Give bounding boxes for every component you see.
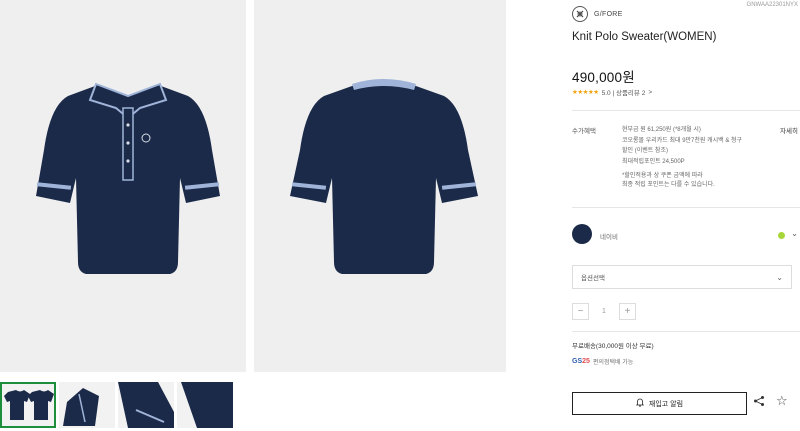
thumbnail-2[interactable] <box>59 382 115 428</box>
chevron-down-icon: ⌄ <box>776 272 783 282</box>
benefit-detail-link[interactable]: 자세히 <box>780 125 798 135</box>
polo-back-illustration <box>290 79 478 274</box>
product-sku: GNWAA22301NYX <box>746 2 798 8</box>
rating-row[interactable]: ★★★★★ 5.0 | 상품리뷰 2 > <box>572 87 653 98</box>
product-price: 490,000원 <box>572 70 635 85</box>
rating-stars-icon: ★★★★★ <box>572 89 599 96</box>
thumb-detail-icon <box>63 388 99 426</box>
gs25-text: 편의점택배 가능 <box>592 360 634 366</box>
thumbnail-strip <box>0 382 233 428</box>
main-image-front[interactable] <box>0 0 246 372</box>
share-icon[interactable] <box>753 395 765 410</box>
star-icon[interactable]: ☆ <box>776 393 788 409</box>
thumb-sleeve-icon <box>118 382 174 428</box>
restock-alert-button[interactable]: 재입고 알림 <box>572 392 747 415</box>
benefit-note-1: *할인적용과 상 쿠폰 금액에 따라 <box>622 173 703 179</box>
chevron-down-icon[interactable]: ⌄ <box>791 229 798 238</box>
rating-text: 5.0 | 상품리뷰 2 <box>601 90 646 97</box>
thumbnail-1[interactable] <box>0 382 56 428</box>
benefit-note: *할인적용과 상 쿠폰 금액에 따라 최종 적립 포인트는 다를 수 있습니다. <box>622 172 772 190</box>
gfore-logo-icon[interactable] <box>572 6 588 22</box>
benefit-line-2: 코오롱몰 우리카드 최대 9만7천원 캐시백 & 청구 <box>622 137 743 144</box>
benefit-note-2: 최종 적립 포인트는 다를 수 있습니다. <box>622 182 715 188</box>
option-select-placeholder: 옵션선택 <box>581 275 605 282</box>
thumbnail-3[interactable] <box>118 382 174 428</box>
gs25-delivery: GS25 편의점택배 가능 <box>572 357 633 366</box>
thumb-fabric-icon <box>181 382 233 428</box>
quantity-value[interactable]: 1 <box>589 308 619 315</box>
stock-indicator <box>778 232 785 239</box>
benefit-line-1: 현부금 원 61,250원 (*8개월 시) <box>622 127 701 133</box>
polo-front-illustration <box>36 82 220 274</box>
benefit-lines: 현부금 원 61,250원 (*8개월 시) 코오롱몰 우리카드 최대 9만7천… <box>622 125 772 190</box>
thumb-front-back-icon <box>4 390 54 420</box>
quantity-minus-button[interactable]: − <box>572 303 589 320</box>
product-info-panel: G/FORE GNWAA22301NYX Knit Polo Sweater(W… <box>566 0 800 431</box>
thumbnail-4[interactable] <box>177 382 233 428</box>
benefit-line-4: 최대적립포인트 24,500P <box>622 158 685 165</box>
main-image-back[interactable] <box>254 0 506 372</box>
divider <box>572 110 800 111</box>
bell-icon <box>635 398 644 409</box>
brand-row: G/FORE <box>572 6 623 22</box>
rating-arrow-icon: > <box>648 88 653 96</box>
product-title: Knit Polo Sweater(WOMEN) <box>572 31 717 43</box>
shipping-info: 무료배송(30,000원 이상 무료) <box>572 343 654 350</box>
benefit-label: 수가혜택 <box>572 128 596 135</box>
restock-label: 재입고 알림 <box>648 400 684 408</box>
product-gallery <box>0 0 506 431</box>
color-name: 네이비 <box>600 234 618 241</box>
benefit-line-3: 할인 (이벤트 참조) <box>622 148 668 154</box>
divider <box>572 207 800 208</box>
divider <box>572 331 800 332</box>
quantity-plus-button[interactable]: + <box>619 303 636 320</box>
gs25-logo-icon: GS25 <box>572 358 590 365</box>
quantity-stepper: − 1 + <box>572 302 636 321</box>
option-select[interactable]: 옵션선택 ⌄ <box>572 265 792 289</box>
brand-name[interactable]: G/FORE <box>594 11 623 18</box>
color-swatch-navy[interactable] <box>572 224 592 244</box>
